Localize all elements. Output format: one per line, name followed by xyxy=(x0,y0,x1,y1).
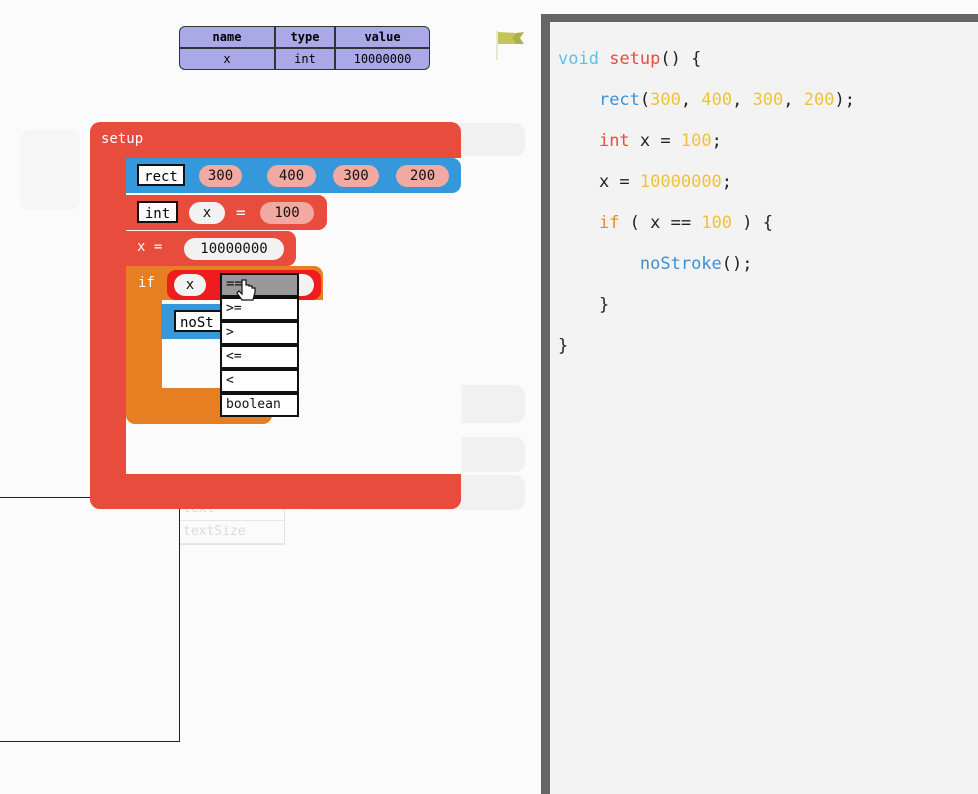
assign-value[interactable]: 10000000 xyxy=(184,238,284,260)
rect-arg-4[interactable]: 200 xyxy=(396,165,449,187)
variable-table-header: name type value xyxy=(179,26,430,48)
if-block-arm xyxy=(126,298,162,390)
dropdown-option[interactable]: <= xyxy=(220,345,299,369)
rect-arg-2[interactable]: 400 xyxy=(267,165,316,187)
declare-var-name[interactable]: x xyxy=(189,202,225,224)
setup-block-label: setup xyxy=(101,131,144,147)
table-row: x int 10000000 xyxy=(179,48,430,70)
rect-arg-3[interactable]: 300 xyxy=(333,165,379,187)
col-type-header: type xyxy=(275,26,335,48)
col-value-header: value xyxy=(335,26,430,48)
var-type-cell: int xyxy=(275,48,335,70)
rect-arg-1[interactable]: 300 xyxy=(199,165,242,187)
variable-table: name type value x int 10000000 xyxy=(179,26,430,70)
code-line: } xyxy=(558,335,569,356)
canvas-rect-right xyxy=(179,497,180,741)
ghost-item: textSize xyxy=(180,521,284,544)
dropdown-option[interactable]: > xyxy=(220,321,299,345)
declare-value[interactable]: 100 xyxy=(260,202,314,224)
var-value-cell: 10000000 xyxy=(335,48,430,70)
condition-left-operand[interactable]: x xyxy=(174,274,206,296)
code-line: noStroke(); xyxy=(639,253,753,274)
cursor-pointer-icon xyxy=(236,279,256,301)
code-line: if ( x == 100 ) { xyxy=(598,212,773,233)
ghost-block xyxy=(20,130,80,210)
int-type-keyword: int xyxy=(137,201,178,223)
code-line: int x = 100; xyxy=(598,130,722,151)
code-line: void setup() { xyxy=(558,48,702,69)
code-editor-panel[interactable]: void setup() { rect(300, 400, 300, 200);… xyxy=(541,14,978,794)
code-line: rect(300, 400, 300, 200); xyxy=(598,89,855,110)
code-line: } xyxy=(598,294,610,315)
setup-block-footer xyxy=(90,474,461,509)
dropdown-option[interactable]: < xyxy=(220,369,299,393)
declare-equals: = xyxy=(236,203,246,222)
col-name-header: name xyxy=(179,26,275,48)
canvas-rect-bottom xyxy=(0,741,180,742)
code-line: x = 10000000; xyxy=(598,171,733,192)
var-name-cell: x xyxy=(179,48,275,70)
assign-label: x = xyxy=(137,239,163,255)
code-text: void setup() { rect(300, 400, 300, 200);… xyxy=(558,28,855,397)
if-keyword: if xyxy=(138,275,155,291)
flag-icon[interactable] xyxy=(494,28,528,62)
rect-keyword: rect xyxy=(137,164,185,186)
dropdown-option[interactable]: boolean xyxy=(220,393,299,417)
